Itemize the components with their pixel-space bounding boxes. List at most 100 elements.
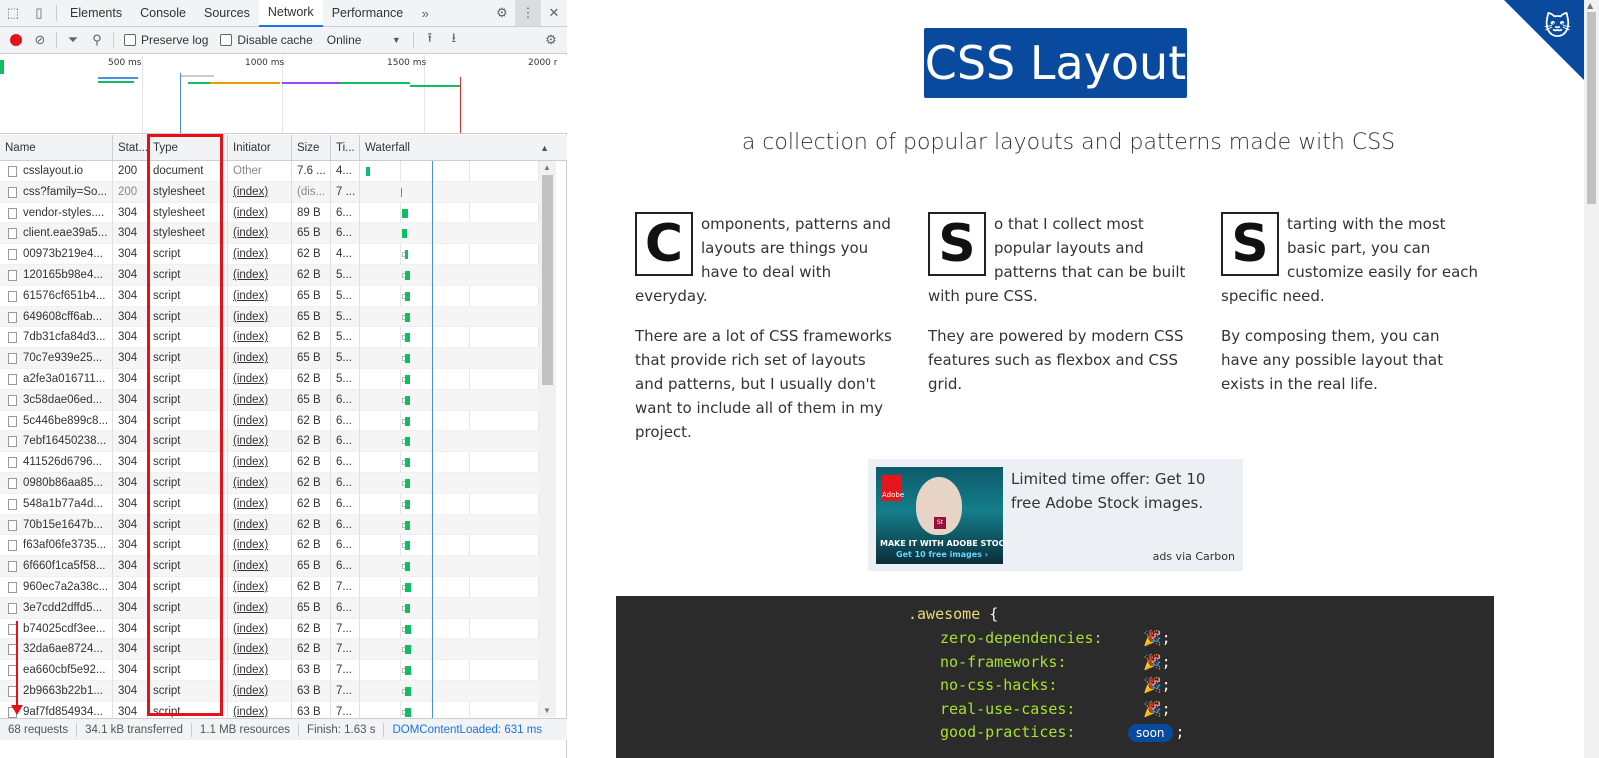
export-har-icon[interactable]: ⭳ — [442, 28, 466, 52]
request-initiator[interactable]: (index) — [228, 660, 292, 681]
request-name[interactable]: 960ec7a2a38c... — [0, 576, 113, 598]
request-initiator[interactable]: (index) — [228, 389, 292, 411]
close-icon[interactable]: ✕ — [541, 0, 567, 26]
request-initiator[interactable]: (index) — [228, 285, 292, 307]
column-header-size[interactable]: Size — [292, 135, 331, 161]
table-row[interactable]: 411526d6796... 304 script (index) 62 B 6... — [0, 452, 549, 473]
request-initiator[interactable]: (index) — [228, 223, 292, 245]
disable-cache-checkbox[interactable]: Disable cache — [220, 33, 313, 47]
carbon-ad[interactable]: Adobe St MAKE IT WITH ADOBE STOCK. Get 1… — [868, 459, 1243, 571]
request-name[interactable]: client.eae39a5... — [0, 223, 113, 245]
request-initiator[interactable]: (index) — [228, 202, 292, 224]
request-initiator[interactable]: (index) — [228, 348, 292, 369]
column-header-name[interactable]: Name — [0, 135, 113, 161]
table-row[interactable]: f63af06fe3735... 304 script (index) 62 B 6... — [0, 535, 549, 557]
request-name[interactable]: 7db31cfa84d3... — [0, 327, 113, 349]
request-name[interactable]: 3e7cdd2dffd5... — [0, 597, 113, 619]
request-initiator[interactable]: (index) — [228, 431, 292, 453]
request-initiator[interactable]: (index) — [228, 597, 292, 619]
table-row[interactable]: 649608cff6ab... 304 script (index) 65 B 5... — [0, 306, 549, 328]
request-initiator[interactable]: (index) — [228, 618, 292, 640]
table-row[interactable]: ea660cbf5e92... 304 script (index) 63 B 7... — [0, 660, 549, 681]
scroll-down-icon[interactable]: ▼ — [543, 706, 551, 715]
request-name[interactable]: 70c7e939e25... — [0, 348, 113, 369]
table-row[interactable]: csslayout.io 200 document Other 7.6 ... 4... — [0, 161, 549, 182]
request-initiator[interactable]: (index) — [228, 639, 292, 661]
table-row[interactable]: client.eae39a5... 304 stylesheet (index) 65 … — [0, 223, 549, 245]
request-initiator[interactable]: (index) — [228, 181, 292, 203]
request-initiator[interactable]: (index) — [228, 410, 292, 432]
table-row[interactable]: 2b9663b22b1... 304 script (index) 63 B 7... — [0, 680, 549, 702]
gear-icon[interactable]: ⚙ — [489, 0, 515, 26]
table-row[interactable]: 3e7cdd2dffd5... 304 script (index) 65 B 6... — [0, 597, 549, 619]
table-row[interactable]: 3c58dae06ed... 304 script (index) 65 B 6... — [0, 389, 549, 411]
request-initiator[interactable]: (index) — [228, 327, 292, 349]
request-initiator[interactable]: (index) — [228, 452, 292, 473]
request-initiator[interactable]: (index) — [228, 514, 292, 536]
column-header-type[interactable]: Type — [148, 135, 228, 161]
page-scrollbar[interactable]: ▲ — [1584, 0, 1599, 758]
inspect-element-icon[interactable]: ⬚ — [0, 0, 26, 26]
table-row[interactable]: 548a1b77a4d... 304 script (index) 62 B 6... — [0, 493, 549, 515]
request-initiator[interactable]: (index) — [228, 472, 292, 494]
table-row[interactable]: 70c7e939e25... 304 script (index) 65 B 5... — [0, 348, 549, 369]
throttling-select[interactable]: Online ▼ — [327, 33, 401, 47]
table-row[interactable]: 70b15e1647b... 304 script (index) 62 B 6... — [0, 514, 549, 536]
request-name[interactable]: 548a1b77a4d... — [0, 493, 113, 515]
clear-icon[interactable]: ⊘ — [28, 28, 52, 52]
requests-scrollbar[interactable]: ▲ ▼ — [539, 161, 556, 717]
table-row[interactable]: 00973b219e4... 304 script (index) 62 B 4... — [0, 244, 549, 265]
column-header-status[interactable]: Stat... — [113, 135, 148, 161]
scroll-up-icon[interactable]: ▲ — [1587, 1, 1593, 10]
request-initiator[interactable]: (index) — [228, 368, 292, 390]
import-har-icon[interactable]: ⭱ — [418, 28, 442, 52]
request-name[interactable]: 0980b86aa85... — [0, 472, 113, 494]
checkbox-box[interactable] — [124, 34, 136, 46]
request-initiator[interactable]: (index) — [228, 680, 292, 702]
request-name[interactable]: a2fe3a016711... — [0, 368, 113, 390]
ad-via-link[interactable]: ads via Carbon — [1153, 550, 1235, 563]
github-octocat-icon[interactable]: 🐱 — [1544, 12, 1571, 42]
request-initiator[interactable]: (index) — [228, 306, 292, 328]
request-name[interactable]: 61576cf651b4... — [0, 285, 113, 307]
record-button[interactable] — [4, 28, 28, 52]
tab-performance[interactable]: Performance — [323, 0, 413, 27]
request-name[interactable]: 120165b98e4... — [0, 264, 113, 286]
table-row[interactable]: 7db31cfa84d3... 304 script (index) 62 B 5... — [0, 327, 549, 349]
request-name[interactable]: 70b15e1647b... — [0, 514, 113, 536]
site-logo[interactable]: CSS Layout — [924, 28, 1187, 98]
request-name[interactable]: 7ebf16450238... — [0, 431, 113, 453]
request-initiator[interactable]: (index) — [228, 576, 292, 598]
table-row[interactable]: 960ec7a2a38c... 304 script (index) 62 B 7... — [0, 576, 549, 598]
network-overview[interactable]: 500 ms 1000 ms 1500 ms 2000 r — [0, 55, 567, 134]
scrollbar-thumb[interactable] — [542, 175, 553, 385]
chevron-double-right-icon[interactable]: » — [412, 0, 438, 26]
table-row[interactable]: a2fe3a016711... 304 script (index) 62 B 5... — [0, 368, 549, 390]
request-initiator[interactable]: (index) — [228, 493, 292, 515]
table-row[interactable]: b74025cdf3ee... 304 script (index) 62 B 7... — [0, 618, 549, 640]
request-initiator[interactable]: (index) — [228, 244, 292, 265]
sort-ascending-icon[interactable]: ▲ — [540, 135, 549, 161]
table-row[interactable]: 5c446be899c8... 304 script (index) 62 B 6... — [0, 410, 549, 432]
scrollbar-thumb[interactable] — [1587, 12, 1596, 204]
table-row[interactable]: 6f660f1ca5f58... 304 script (index) 65 B 6... — [0, 556, 549, 577]
device-toolbar-icon[interactable]: ▯ — [26, 0, 52, 26]
request-name[interactable]: csslayout.io — [0, 161, 113, 182]
table-row[interactable]: 32da6ae8724... 304 script (index) 62 B 7... — [0, 639, 549, 661]
table-row[interactable]: css?family=So... 200 stylesheet (index) (dis… — [0, 181, 549, 203]
ad-text-link[interactable]: Limited time offer: Get 10 free Adobe St… — [1011, 467, 1235, 515]
request-name[interactable]: 649608cff6ab... — [0, 306, 113, 328]
network-settings-gear-icon[interactable]: ⚙ — [539, 28, 563, 52]
table-row[interactable]: 0980b86aa85... 304 script (index) 62 B 6... — [0, 472, 549, 494]
table-row[interactable]: vendor-styles.... 304 stylesheet (index) 89 … — [0, 202, 549, 224]
checkbox-box[interactable] — [220, 34, 233, 46]
request-name[interactable]: 00973b219e4... — [0, 244, 113, 265]
request-name[interactable]: f63af06fe3735... — [0, 535, 113, 557]
request-name[interactable]: 3c58dae06ed... — [0, 389, 113, 411]
tab-console[interactable]: Console — [131, 0, 195, 27]
column-header-waterfall[interactable]: Waterfall — [360, 135, 567, 161]
request-initiator[interactable]: (index) — [228, 556, 292, 577]
column-header-time[interactable]: Ti... — [331, 135, 360, 161]
column-header-initiator[interactable]: Initiator — [228, 135, 292, 161]
request-name[interactable]: 5c446be899c8... — [0, 410, 113, 432]
